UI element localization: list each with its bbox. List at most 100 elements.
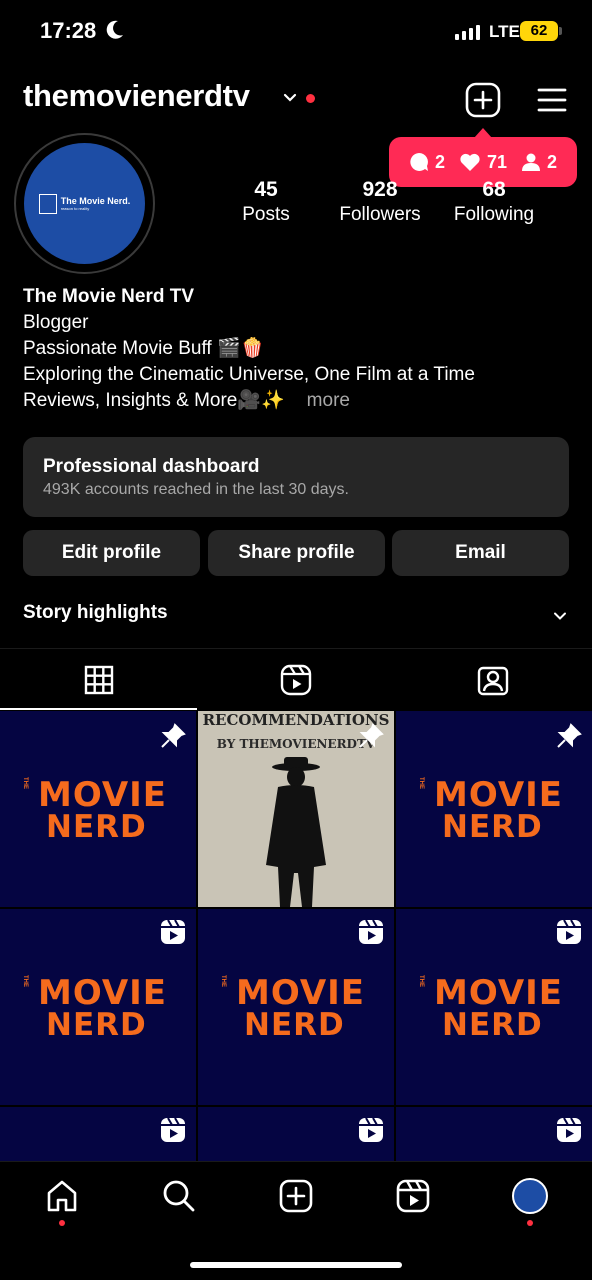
share-profile-button[interactable]: Share profile <box>208 530 385 576</box>
movie-nerd-logo: THE MOVIE NERD <box>22 973 174 1043</box>
menu-icon[interactable] <box>536 84 568 116</box>
profile-tabs <box>0 648 592 710</box>
reels-icon <box>359 1117 383 1142</box>
bio-line-2: Exploring the Cinematic Universe, One Fi… <box>23 364 475 385</box>
search-icon <box>163 1180 195 1212</box>
reels-icon <box>557 1117 581 1142</box>
battery-level: 62 <box>520 21 558 41</box>
stat-following[interactable]: 68 Following <box>429 178 559 226</box>
moon-icon <box>106 20 123 39</box>
email-button[interactable]: Email <box>392 530 569 576</box>
create-post-icon[interactable] <box>465 82 501 118</box>
home-notification-dot <box>59 1220 65 1226</box>
reels-icon <box>280 664 311 696</box>
logo-nerd: NERD <box>46 809 147 845</box>
reels-icon <box>161 1117 185 1142</box>
chevron-down-icon[interactable] <box>282 90 298 106</box>
likes-activity: 71 <box>459 152 507 173</box>
bio-line-3: Reviews, Insights & More🎥✨ <box>23 390 285 411</box>
stat-followers[interactable]: 928 Followers <box>315 178 445 226</box>
avatar-logo-sub: reason to reality <box>60 205 90 211</box>
person-icon <box>522 153 541 171</box>
tagged-icon <box>477 666 508 696</box>
pin-icon <box>359 723 384 748</box>
logo-nerd: NERD <box>442 1007 543 1043</box>
grid-post[interactable]: RECOMMENDATIONS BY THEMOVIENERDTV <box>198 711 394 907</box>
movie-nerd-logo: THE MOVIE NERD <box>418 775 570 845</box>
comments-activity: 2 <box>409 152 445 173</box>
grid-post[interactable]: THE MOVIE NERD <box>198 909 394 1105</box>
profile-notification-dot <box>527 1220 533 1226</box>
username[interactable]: themovienerdtv <box>23 78 250 114</box>
reels-icon <box>396 1179 430 1213</box>
battery-tip <box>559 27 562 35</box>
grid-post[interactable] <box>198 1107 394 1161</box>
camera-logo-icon <box>38 193 57 214</box>
dashboard-title: Professional dashboard <box>43 456 260 477</box>
posts-count: 45 <box>254 178 278 201</box>
reels-icon <box>359 919 383 944</box>
avatar[interactable]: The Movie Nerd. reason to reality <box>24 143 145 264</box>
signal-icon <box>455 24 480 40</box>
create-icon <box>279 1179 313 1213</box>
nav-create[interactable] <box>276 1176 316 1216</box>
tab-tagged[interactable] <box>394 649 591 711</box>
avatar <box>512 1178 548 1214</box>
following-count: 68 <box>482 178 506 201</box>
logo-the: THE <box>22 777 28 789</box>
grid-post[interactable]: THE MOVIE NERD <box>396 711 592 907</box>
display-name: The Movie Nerd TV <box>23 286 195 307</box>
notification-dot <box>306 94 315 103</box>
follows-activity: 2 <box>521 152 557 173</box>
movie-nerd-logo: THE MOVIE NERD <box>418 973 570 1043</box>
posts-label: Posts <box>242 204 290 225</box>
bio-line-3-row: Reviews, Insights & More🎥✨ more <box>23 388 563 414</box>
grid-post[interactable]: THE MOVIE NERD <box>0 909 196 1105</box>
likes-count: 71 <box>486 151 508 172</box>
category-label: Blogger <box>23 312 89 333</box>
network-type: LTE <box>489 22 520 41</box>
reels-icon <box>557 919 581 944</box>
logo-nerd: NERD <box>46 1007 147 1043</box>
follows-count: 2 <box>547 151 558 172</box>
pin-icon <box>161 723 186 748</box>
movie-nerd-logo: THE MOVIE NERD <box>220 973 372 1043</box>
nav-reels[interactable] <box>393 1176 433 1216</box>
grid-icon <box>84 665 113 695</box>
followers-count: 928 <box>362 178 398 201</box>
grid-post[interactable] <box>0 1107 196 1161</box>
nav-profile[interactable] <box>510 1176 550 1216</box>
logo-the: THE <box>418 777 424 789</box>
movie-nerd-logo: THE MOVIE NERD <box>22 775 174 845</box>
following-label: Following <box>453 204 535 225</box>
grid-post[interactable]: THE MOVIE NERD <box>396 909 592 1105</box>
nav-search[interactable] <box>159 1176 199 1216</box>
logo-the: THE <box>22 975 28 987</box>
more-link[interactable]: more <box>307 390 350 411</box>
nav-home[interactable] <box>42 1176 82 1216</box>
grid-post[interactable] <box>396 1107 592 1161</box>
story-highlights-label[interactable]: Story highlights <box>23 602 168 624</box>
bio-line-1: Passionate Movie Buff 🎬🍿 <box>23 338 265 359</box>
dashboard-subtitle: 493K accounts reached in the last 30 day… <box>43 481 349 498</box>
followers-label: Followers <box>339 204 421 225</box>
profile-header: themovienerdtv <box>0 78 592 122</box>
chevron-down-icon[interactable] <box>553 609 567 623</box>
posts-grid: THE MOVIE NERD RECOMMENDATIONS BY THEMOV… <box>0 711 592 1161</box>
grid-post[interactable]: THE MOVIE NERD <box>0 711 196 907</box>
avatar-logo-text: The Movie Nerd. <box>60 195 131 206</box>
silhouette-image <box>266 757 326 907</box>
profile-bio: The Movie Nerd TV Blogger Passionate Mov… <box>23 284 563 414</box>
home-indicator <box>190 1262 402 1268</box>
edit-profile-button[interactable]: Edit profile <box>23 530 200 576</box>
avatar-logo: The Movie Nerd. reason to reality <box>38 193 131 214</box>
comments-count: 2 <box>434 151 445 172</box>
tab-reels[interactable] <box>197 649 394 711</box>
pin-icon <box>557 723 582 748</box>
logo-the: THE <box>418 975 424 987</box>
professional-dashboard[interactable]: Professional dashboard 493K accounts rea… <box>23 437 569 517</box>
reels-icon <box>161 919 185 944</box>
stat-posts[interactable]: 45 Posts <box>201 178 331 226</box>
logo-the: THE <box>220 975 226 987</box>
tab-posts-grid[interactable] <box>0 649 197 711</box>
